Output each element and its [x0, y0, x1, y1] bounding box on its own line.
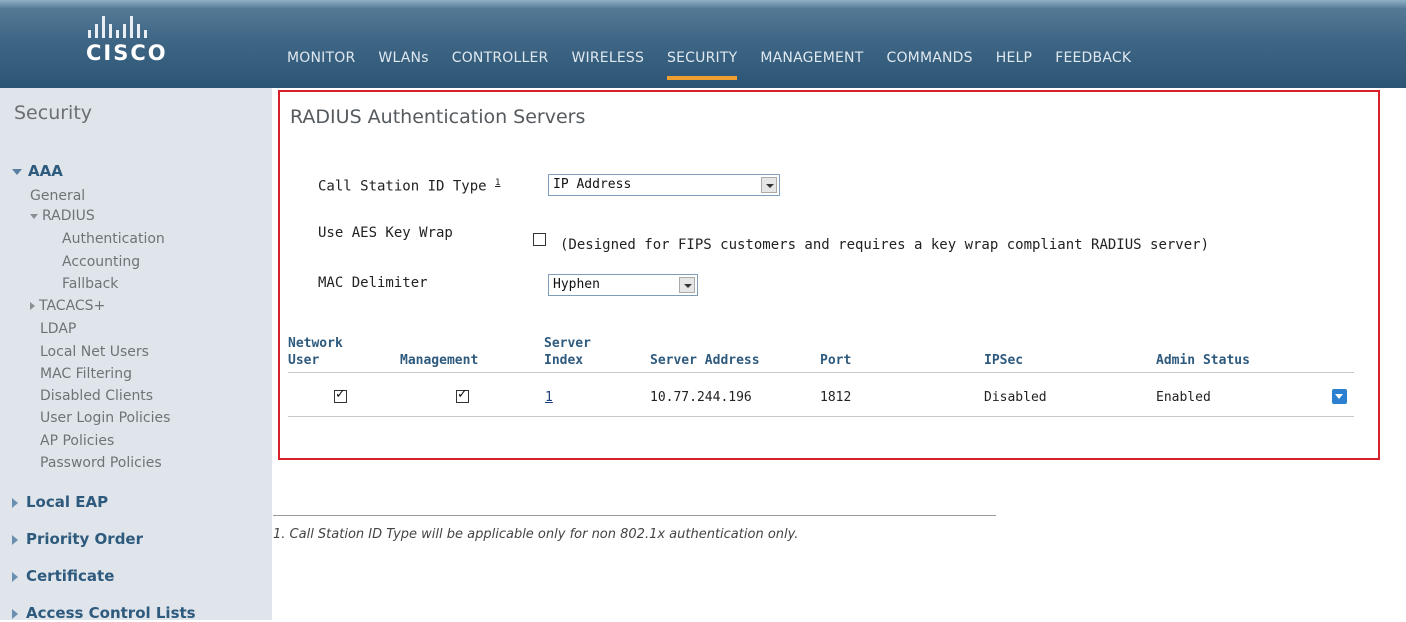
sidebar-item-label: TACACS+ — [39, 298, 106, 314]
sidebar-item-label: Access Control Lists — [26, 604, 196, 622]
collapsed-arrow-icon — [12, 571, 18, 582]
banner-highlight — [0, 0, 1406, 8]
management-checkbox[interactable] — [456, 387, 469, 403]
sidebar-item-tacacs[interactable]: TACACS+ — [30, 298, 105, 314]
row-dropdown-icon[interactable] — [1332, 389, 1347, 404]
expanded-arrow-icon — [12, 168, 22, 175]
sidebar-item-label: RADIUS — [42, 208, 95, 224]
ipsec-cell: Disabled — [984, 390, 1047, 405]
sidebar-item-local-eap[interactable]: Local EAP — [12, 493, 108, 511]
nav-security[interactable]: SECURITY — [667, 50, 738, 80]
table-header-divider — [288, 372, 1354, 373]
col-network-user-line1: Network — [288, 336, 343, 351]
footnote-ref[interactable]: 1 — [495, 178, 500, 188]
collapsed-arrow-icon — [12, 608, 18, 619]
main-nav: MONITOR WLANs CONTROLLER WIRELESS SECURI… — [287, 50, 1154, 80]
network-user-checkbox[interactable] — [334, 387, 347, 403]
mac-delimiter-select[interactable]: Hyphen — [548, 274, 698, 296]
sidebar-item-accounting[interactable]: Accounting — [62, 254, 140, 270]
sidebar-item-certificate[interactable]: Certificate — [12, 567, 114, 585]
sidebar-item-access-control-lists[interactable]: Access Control Lists — [12, 604, 196, 622]
nav-wlans[interactable]: WLANs — [378, 50, 428, 80]
sidebar-item-aaa[interactable]: AAA — [12, 162, 63, 180]
sidebar-item-password-policies[interactable]: Password Policies — [40, 455, 162, 471]
collapsed-arrow-icon — [30, 302, 35, 310]
mac-delimiter-label: MAC Delimiter — [318, 275, 428, 291]
mac-delimiter-value: Hyphen — [553, 277, 600, 292]
call-station-id-label: Call Station ID Type 1 — [318, 178, 500, 195]
dropdown-arrow-icon — [761, 177, 777, 193]
col-port: Port — [820, 353, 852, 368]
top-banner: CISCO MONITOR WLANs CONTROLLER WIRELESS … — [0, 0, 1406, 88]
nav-monitor[interactable]: MONITOR — [287, 50, 355, 80]
sidebar-item-user-login-policies[interactable]: User Login Policies — [40, 410, 170, 426]
table-row-divider — [288, 416, 1354, 417]
sidebar-item-label: Certificate — [26, 567, 115, 585]
sidebar-item-ap-policies[interactable]: AP Policies — [40, 433, 114, 449]
server-address-cell: 10.77.244.196 — [650, 390, 752, 405]
call-station-id-select[interactable]: IP Address — [548, 174, 780, 196]
dropdown-arrow-icon — [679, 277, 695, 293]
nav-feedback[interactable]: FEEDBACK — [1055, 50, 1131, 80]
sidebar-item-label: Local EAP — [26, 493, 109, 511]
col-ipsec: IPSec — [984, 353, 1024, 368]
col-server-index: Server Index — [544, 335, 591, 369]
col-server-address: Server Address — [650, 353, 760, 368]
aes-key-wrap-note: (Designed for FIPS customers and require… — [560, 237, 1210, 253]
sidebar-item-disabled-clients[interactable]: Disabled Clients — [40, 388, 153, 404]
collapsed-arrow-icon — [12, 497, 18, 508]
nav-controller[interactable]: CONTROLLER — [452, 50, 549, 80]
sidebar-item-fallback[interactable]: Fallback — [62, 276, 118, 292]
footnote-divider — [273, 515, 996, 516]
sidebar-title: Security — [14, 102, 93, 124]
aes-key-wrap-checkbox[interactable] — [533, 233, 546, 246]
col-server-index-line1: Server — [544, 336, 591, 351]
port-cell: 1812 — [820, 390, 852, 405]
sidebar-item-mac-filtering[interactable]: MAC Filtering — [40, 366, 132, 382]
sidebar-item-priority-order[interactable]: Priority Order — [12, 530, 143, 548]
col-network-user: Network User — [288, 335, 343, 369]
sidebar-item-label: Priority Order — [26, 530, 144, 548]
sidebar: Security AAA General RADIUS Authenticati… — [0, 88, 272, 622]
nav-management[interactable]: MANAGEMENT — [760, 50, 863, 80]
nav-wireless[interactable]: WIRELESS — [571, 50, 644, 80]
call-station-id-value: IP Address — [553, 177, 632, 192]
col-server-index-line2: Index — [544, 353, 584, 368]
col-admin-status: Admin Status — [1156, 353, 1250, 368]
sidebar-item-label: AAA — [28, 162, 63, 180]
cisco-logo: CISCO — [86, 16, 196, 72]
sidebar-item-ldap[interactable]: LDAP — [40, 321, 76, 337]
admin-status-cell: Enabled — [1156, 390, 1211, 405]
aes-key-wrap-label: Use AES Key Wrap — [318, 225, 453, 241]
page-title: RADIUS Authentication Servers — [290, 106, 586, 128]
col-management: Management — [400, 353, 479, 368]
sidebar-item-local-net-users[interactable]: Local Net Users — [40, 344, 149, 360]
collapsed-arrow-icon — [12, 534, 18, 545]
radius-auth-panel: RADIUS Authentication Servers Call Stati… — [278, 90, 1380, 460]
cisco-logo-text: CISCO — [86, 41, 168, 65]
nav-commands[interactable]: COMMANDS — [886, 50, 972, 80]
sidebar-item-authentication[interactable]: Authentication — [62, 231, 165, 247]
sidebar-item-general[interactable]: General — [30, 188, 85, 204]
col-network-user-line2: User — [288, 353, 320, 368]
call-station-id-label-text: Call Station ID Type — [318, 178, 487, 195]
cisco-logo-bars — [88, 16, 196, 38]
nav-help[interactable]: HELP — [996, 50, 1032, 80]
sidebar-item-radius[interactable]: RADIUS — [30, 208, 95, 224]
server-index-link[interactable]: 1 — [545, 390, 553, 405]
footnote-text: 1. Call Station ID Type will be applicab… — [273, 527, 799, 542]
expanded-arrow-icon — [30, 213, 38, 219]
